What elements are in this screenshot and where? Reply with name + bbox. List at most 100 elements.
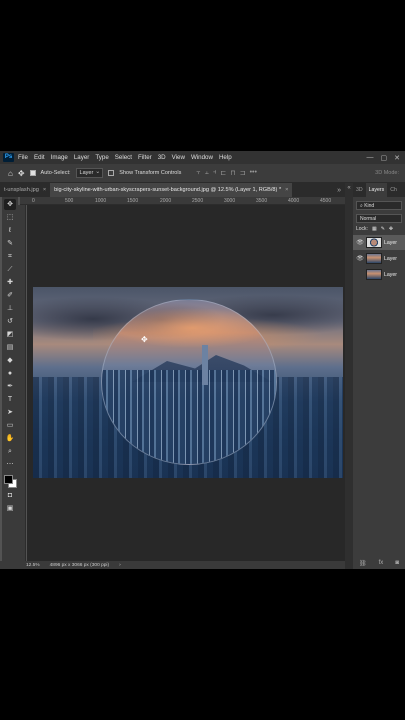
eyedropper-tool-icon[interactable]: ⟋ bbox=[4, 264, 16, 275]
transform-controls-checkbox[interactable] bbox=[108, 170, 115, 176]
tab-city-skyline[interactable]: big-city-skyline-with-urban-skyscrapers-… bbox=[50, 183, 293, 197]
brush-tool-icon[interactable]: ✐ bbox=[4, 290, 16, 301]
collapsed-panels-strip: « bbox=[345, 183, 353, 569]
shape-tool-icon[interactable]: ▭ bbox=[4, 420, 16, 431]
menu-layer[interactable]: Layer bbox=[74, 154, 89, 161]
ruler-tick: 4000 bbox=[288, 198, 300, 204]
align-bottom-icon[interactable]: ⫞ bbox=[213, 169, 217, 177]
lock-pixels-icon[interactable]: ✎ bbox=[381, 226, 385, 232]
photoshop-window: Ps File Edit Image Layer Type Select Fil… bbox=[0, 151, 405, 569]
home-icon[interactable]: ⌂ bbox=[8, 169, 13, 178]
menu-view[interactable]: View bbox=[172, 154, 185, 161]
healing-tool-icon[interactable]: ✚ bbox=[4, 277, 16, 288]
layer-row[interactable]: 👁 Layer bbox=[353, 251, 405, 266]
horizontal-ruler: 0 500 1000 1500 2000 2500 3000 3500 4000… bbox=[20, 197, 345, 205]
path-select-tool-icon[interactable]: ➤ bbox=[4, 407, 16, 418]
align-center-icon[interactable]: ⊓ bbox=[230, 169, 235, 177]
move-cursor-icon: ✥ bbox=[141, 335, 148, 344]
close-icon[interactable]: × bbox=[43, 187, 46, 193]
ruler-tick: 1000 bbox=[95, 198, 107, 204]
ruler-tick: 2000 bbox=[160, 198, 172, 204]
tools-panel: ✥ ⬚ ℓ ✎ ⌗ ⟋ ✚ ✐ ⊥ ↺ ◩ ▤ ◆ ● ✒ T ➤ ▭ ✋ ⌕ … bbox=[2, 197, 18, 561]
menu-image[interactable]: Image bbox=[51, 154, 68, 161]
marquee-tool-icon[interactable]: ⬚ bbox=[4, 212, 16, 223]
eraser-tool-icon[interactable]: ◩ bbox=[4, 329, 16, 340]
menu-edit[interactable]: Edit bbox=[34, 154, 45, 161]
canvas-area[interactable]: ✥ bbox=[27, 205, 345, 561]
layer-name: Layer bbox=[384, 255, 397, 262]
ruler-tick: 3500 bbox=[256, 198, 268, 204]
mask-icon[interactable]: ◙ bbox=[395, 560, 399, 567]
layer-name: Layer bbox=[384, 271, 397, 278]
close-window-icon[interactable]: ✕ bbox=[394, 154, 400, 162]
menu-file[interactable]: File bbox=[18, 154, 28, 161]
menu-select[interactable]: Select bbox=[115, 154, 132, 161]
ruler-tick: 0 bbox=[32, 198, 35, 204]
lock-row: Lock: ▦ ✎ ✥ bbox=[356, 226, 402, 232]
tab-channels[interactable]: Ch bbox=[387, 183, 400, 197]
quick-select-tool-icon[interactable]: ✎ bbox=[4, 238, 16, 249]
lock-position-icon[interactable]: ✥ bbox=[389, 226, 393, 232]
move-tool-icon[interactable]: ✥ bbox=[4, 199, 16, 210]
menu-window[interactable]: Window bbox=[191, 154, 213, 161]
align-top-icon[interactable]: ⫟ bbox=[196, 169, 200, 177]
more-options-icon[interactable]: ••• bbox=[250, 169, 257, 177]
zoom-level[interactable]: 12.5% bbox=[26, 563, 40, 568]
layers-panel-footer: ⛓ fx ◙ bbox=[353, 560, 405, 567]
window-controls: — ▢ ✕ bbox=[367, 154, 405, 162]
status-menu-icon[interactable]: › bbox=[119, 563, 121, 568]
menu-3d[interactable]: 3D bbox=[158, 154, 166, 161]
crystal-ball-layer[interactable] bbox=[101, 299, 277, 465]
menu-bar: Ps File Edit Image Layer Type Select Fil… bbox=[0, 151, 405, 164]
color-swatches[interactable] bbox=[3, 474, 17, 488]
fx-icon[interactable]: fx bbox=[379, 560, 384, 567]
blend-mode-dropdown[interactable]: Normal bbox=[356, 214, 402, 223]
tab-unsplash[interactable]: t-unsplash.jpg × bbox=[0, 183, 50, 197]
expand-panels-icon[interactable]: « bbox=[345, 183, 353, 194]
layer-row[interactable]: Layer bbox=[353, 267, 405, 282]
document-image[interactable]: ✥ bbox=[33, 287, 343, 478]
auto-select-dropdown[interactable]: Layer bbox=[75, 168, 104, 178]
photoshop-logo: Ps bbox=[3, 153, 14, 162]
align-left-icon[interactable]: ⊏ bbox=[220, 169, 226, 177]
history-brush-icon[interactable]: ↺ bbox=[4, 316, 16, 327]
link-icon[interactable]: ⛓ bbox=[359, 560, 367, 567]
layer-row[interactable]: 👁 Layer bbox=[353, 235, 405, 250]
align-right-icon[interactable]: ⊐ bbox=[240, 169, 246, 177]
gradient-tool-icon[interactable]: ▤ bbox=[4, 342, 16, 353]
tab-layers[interactable]: Layers bbox=[365, 183, 388, 197]
align-middle-icon[interactable]: ⫠ bbox=[205, 169, 209, 177]
visibility-eye-icon[interactable]: 👁 bbox=[356, 239, 364, 246]
zoom-tool-icon[interactable]: ⌕ bbox=[4, 446, 16, 457]
foreground-color-swatch[interactable] bbox=[4, 475, 13, 484]
lasso-tool-icon[interactable]: ℓ bbox=[4, 225, 16, 236]
layer-thumbnail bbox=[366, 237, 382, 248]
menu-help[interactable]: Help bbox=[219, 154, 232, 161]
hand-tool-icon[interactable]: ✋ bbox=[4, 433, 16, 444]
layer-thumbnail bbox=[366, 253, 382, 264]
lock-label: Lock: bbox=[356, 226, 368, 232]
dodge-tool-icon[interactable]: ● bbox=[4, 368, 16, 379]
more-tools-icon[interactable]: ⋯ bbox=[4, 459, 16, 470]
close-icon[interactable]: × bbox=[285, 187, 288, 193]
menu-filter[interactable]: Filter bbox=[138, 154, 152, 161]
menu-type[interactable]: Type bbox=[95, 154, 108, 161]
pen-tool-icon[interactable]: ✒ bbox=[4, 381, 16, 392]
screen-mode-icon[interactable]: ▣ bbox=[4, 503, 16, 514]
crop-tool-icon[interactable]: ⌗ bbox=[4, 251, 16, 262]
auto-select-checkbox[interactable] bbox=[29, 170, 36, 176]
minimize-icon[interactable]: — bbox=[367, 154, 374, 162]
tab-overflow-icon[interactable]: » bbox=[333, 183, 345, 197]
tab-3d[interactable]: 3D bbox=[353, 183, 366, 197]
maximize-icon[interactable]: ▢ bbox=[381, 154, 388, 162]
quick-mask-icon[interactable]: ◘ bbox=[4, 490, 16, 501]
stamp-tool-icon[interactable]: ⊥ bbox=[4, 303, 16, 314]
move-tool-icon[interactable]: ✥ bbox=[18, 169, 25, 178]
layers-panel: 3D Layers Ch ⌕ Kind Normal Lock: ▦ ✎ ✥ 👁… bbox=[353, 183, 405, 569]
visibility-eye-icon[interactable]: 👁 bbox=[356, 255, 364, 262]
layer-filter-dropdown[interactable]: ⌕ Kind bbox=[356, 201, 402, 210]
blur-tool-icon[interactable]: ◆ bbox=[4, 355, 16, 366]
lock-transparency-icon[interactable]: ▦ bbox=[372, 226, 377, 232]
document-info: 4896 px x 3066 px (300 ppi) bbox=[49, 562, 110, 568]
type-tool-icon[interactable]: T bbox=[4, 394, 16, 405]
